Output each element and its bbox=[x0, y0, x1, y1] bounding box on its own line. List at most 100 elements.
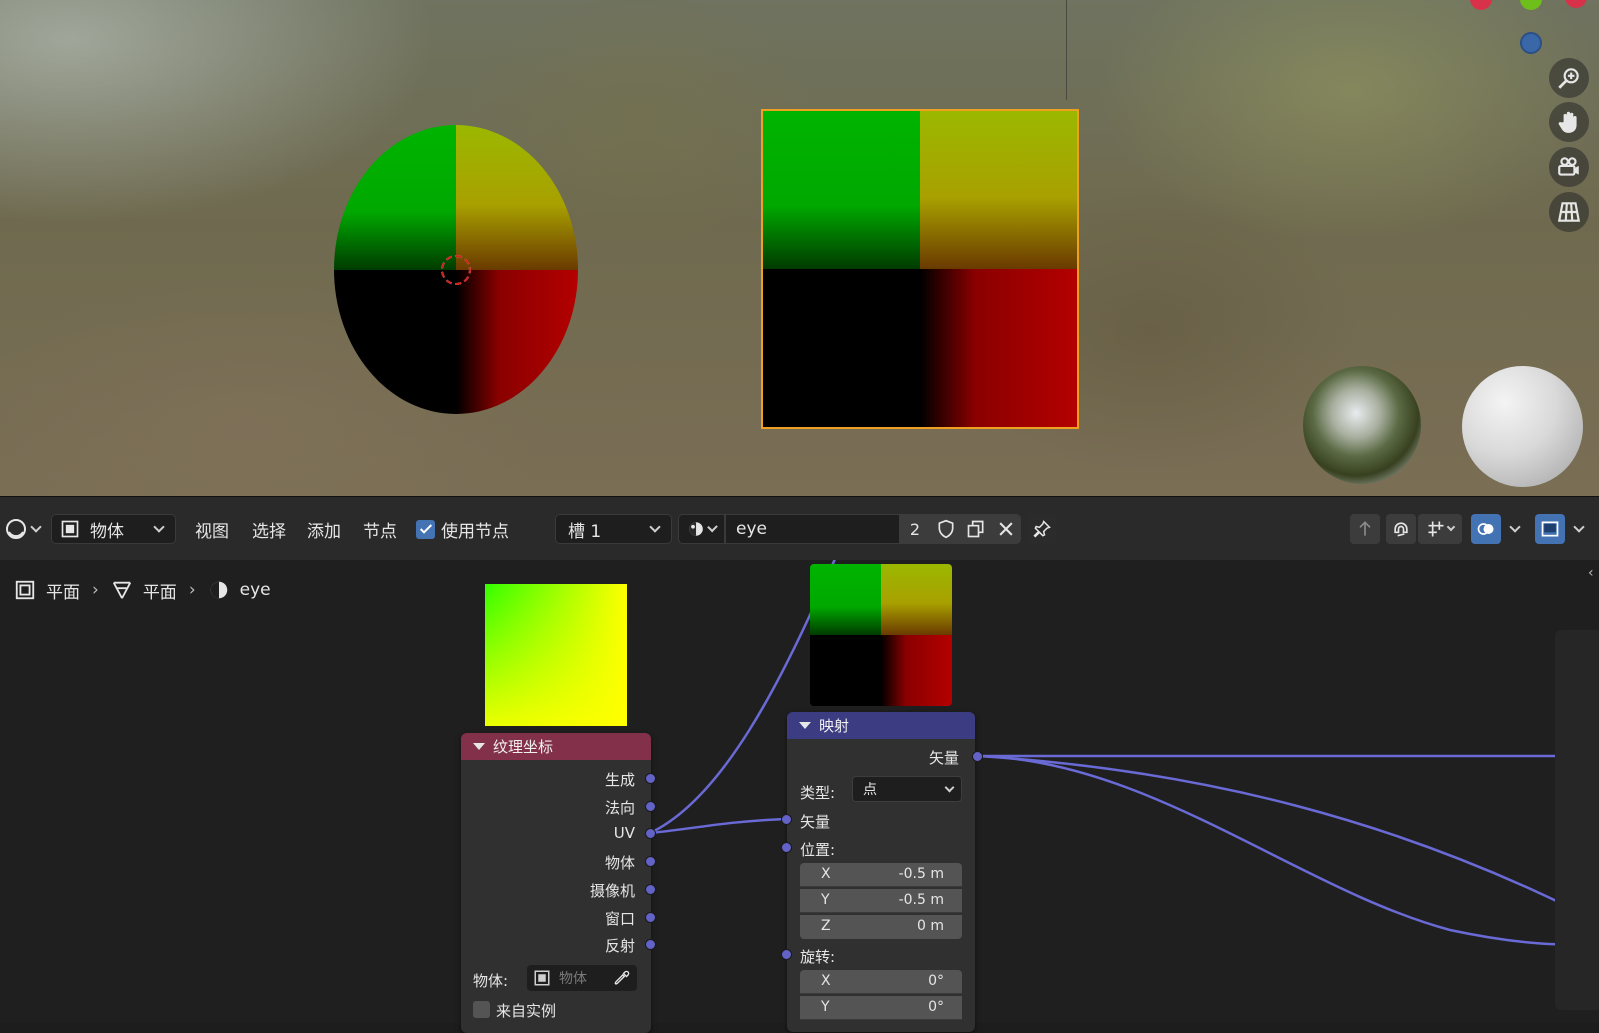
location-z-value: 0 m bbox=[917, 918, 944, 934]
gizmo-y-axis-icon[interactable] bbox=[1520, 0, 1542, 10]
location-z-axis: Z bbox=[821, 918, 831, 934]
object-picker-field[interactable]: 物体 bbox=[527, 965, 637, 991]
slot-label: 槽 1 bbox=[568, 521, 602, 542]
rotation-y-field[interactable]: Y 0° bbox=[800, 996, 962, 1020]
3d-viewport[interactable] bbox=[0, 0, 1599, 496]
snap-grid-icon[interactable] bbox=[1418, 514, 1462, 544]
chevron-right-icon: › bbox=[92, 580, 99, 600]
from-instancer-checkbox[interactable] bbox=[473, 1001, 490, 1018]
material-preview-sphere[interactable] bbox=[1462, 366, 1583, 487]
rotation-label: 旋转: bbox=[800, 948, 836, 966]
socket-object[interactable] bbox=[645, 856, 656, 867]
material-icon bbox=[210, 581, 227, 599]
mapping-type-label: 类型: bbox=[800, 784, 836, 802]
node-canvas[interactable]: 平面 › 平面 › eye 纹理坐标 生成 法向 UV 物体 摄像机 窗口 反射… bbox=[0, 560, 1599, 1033]
breadcrumb-material: eye bbox=[239, 580, 271, 600]
menu-select[interactable]: 选择 bbox=[252, 514, 286, 544]
plane-object-selected[interactable] bbox=[761, 109, 1079, 429]
mapping-type-dropdown[interactable]: 点 bbox=[852, 776, 962, 802]
location-z-field[interactable]: Z 0 m bbox=[800, 915, 962, 939]
output-reflection: 反射 bbox=[604, 937, 635, 955]
object-picker-placeholder: 物体 bbox=[559, 971, 587, 987]
object-icon bbox=[61, 520, 79, 538]
snap-magnet-icon[interactable] bbox=[1386, 514, 1416, 544]
user-count-button[interactable]: 2 bbox=[899, 514, 931, 544]
viewport-guide-line bbox=[1066, 0, 1067, 100]
menu-node[interactable]: 节点 bbox=[363, 514, 397, 544]
material-browse-button[interactable] bbox=[678, 514, 725, 544]
rotation-x-value: 0° bbox=[928, 973, 944, 989]
unlink-x-icon[interactable] bbox=[991, 514, 1021, 544]
gizmo-z-axis-icon[interactable] bbox=[1520, 32, 1542, 54]
socket-mapping-output-vector[interactable] bbox=[972, 751, 983, 762]
hand-pan-icon[interactable] bbox=[1549, 102, 1589, 142]
object-mode-dropdown[interactable]: 物体 bbox=[51, 514, 176, 544]
gizmo-x-negative-icon[interactable] bbox=[1565, 0, 1587, 8]
slot-dropdown[interactable]: 槽 1 bbox=[555, 514, 672, 544]
mapping-title: 映射 bbox=[819, 717, 850, 735]
output-normal: 法向 bbox=[604, 799, 635, 817]
material-name-field[interactable]: eye bbox=[725, 514, 900, 544]
grid-ortho-icon[interactable] bbox=[1549, 192, 1589, 232]
menu-add[interactable]: 添加 bbox=[307, 514, 341, 544]
socket-normal[interactable] bbox=[645, 801, 656, 812]
rotation-y-value: 0° bbox=[928, 999, 944, 1015]
camera-icon[interactable] bbox=[1549, 147, 1589, 187]
output-camera: 摄像机 bbox=[589, 882, 635, 900]
parent-node-icon[interactable] bbox=[1350, 514, 1380, 544]
socket-generated[interactable] bbox=[645, 773, 656, 784]
object-mode-label: 物体 bbox=[90, 521, 124, 542]
offscreen-node-edge[interactable] bbox=[1555, 630, 1599, 1010]
texture-coordinate-node[interactable]: 纹理坐标 生成 法向 UV 物体 摄像机 窗口 反射 物体: 物体 来自实例 bbox=[461, 733, 651, 1033]
duplicate-icon[interactable] bbox=[961, 514, 991, 544]
hdri-preview-sphere[interactable] bbox=[1303, 366, 1421, 484]
mapping-node-header[interactable]: 映射 bbox=[787, 712, 975, 739]
sidebar-expand-chevron-icon[interactable]: ‹ bbox=[1588, 565, 1594, 581]
rotation-x-field[interactable]: X 0° bbox=[800, 970, 962, 994]
location-y-value: -0.5 m bbox=[898, 892, 944, 908]
mapping-node[interactable]: 映射 矢量 类型: 点 矢量 位置: X -0.5 m Y -0.5 m Z 0… bbox=[787, 712, 975, 1032]
overlay-icon[interactable] bbox=[1471, 514, 1501, 544]
location-x-value: -0.5 m bbox=[898, 866, 944, 882]
fake-user-shield-icon[interactable] bbox=[931, 514, 961, 544]
mapping-input-vector: 矢量 bbox=[800, 813, 831, 831]
menu-view[interactable]: 视图 bbox=[195, 514, 229, 544]
use-nodes-checkbox[interactable]: 使用节点 bbox=[416, 514, 509, 544]
link-uv-to-vector bbox=[649, 817, 786, 835]
location-x-axis: X bbox=[821, 866, 831, 882]
socket-uv[interactable] bbox=[645, 828, 656, 839]
location-y-axis: Y bbox=[821, 892, 830, 908]
location-y-field[interactable]: Y -0.5 m bbox=[800, 889, 962, 913]
rotation-x-axis: X bbox=[821, 973, 831, 989]
socket-mapping-input-vector[interactable] bbox=[781, 814, 792, 825]
collapse-triangle-icon[interactable] bbox=[473, 743, 485, 750]
location-label: 位置: bbox=[800, 841, 836, 859]
3d-cursor-icon[interactable] bbox=[441, 255, 471, 285]
sidebar-toggle-icon[interactable] bbox=[1535, 514, 1565, 544]
pin-icon[interactable] bbox=[1027, 514, 1057, 544]
socket-window[interactable] bbox=[645, 912, 656, 923]
overlay-dropdown[interactable] bbox=[1503, 514, 1527, 544]
texcoord-node-header[interactable]: 纹理坐标 bbox=[461, 733, 651, 760]
shader-editor-icon bbox=[6, 519, 26, 539]
breadcrumb: 平面 › 平面 › eye bbox=[14, 578, 271, 603]
use-nodes-label: 使用节点 bbox=[441, 521, 509, 542]
eyedropper-icon[interactable] bbox=[613, 969, 631, 987]
output-uv: UV bbox=[613, 824, 635, 842]
socket-mapping-location[interactable] bbox=[781, 842, 792, 853]
object-icon bbox=[534, 970, 550, 986]
socket-reflection[interactable] bbox=[645, 939, 656, 950]
sidebar-dropdown[interactable] bbox=[1567, 514, 1591, 544]
location-x-field[interactable]: X -0.5 m bbox=[800, 863, 962, 887]
user-count: 2 bbox=[909, 519, 921, 539]
chevron-right-icon: › bbox=[188, 580, 196, 600]
zoom-icon[interactable] bbox=[1549, 58, 1589, 98]
collapse-triangle-icon[interactable] bbox=[799, 722, 811, 729]
socket-camera[interactable] bbox=[645, 884, 656, 895]
gizmo-x-axis-icon[interactable] bbox=[1470, 0, 1492, 10]
editor-type-button[interactable] bbox=[4, 514, 42, 544]
breadcrumb-mesh: 平面 bbox=[142, 582, 177, 603]
from-instancer-label: 来自实例 bbox=[496, 1002, 557, 1020]
texcoord-title: 纹理坐标 bbox=[493, 738, 554, 756]
socket-mapping-rotation[interactable] bbox=[781, 949, 792, 960]
